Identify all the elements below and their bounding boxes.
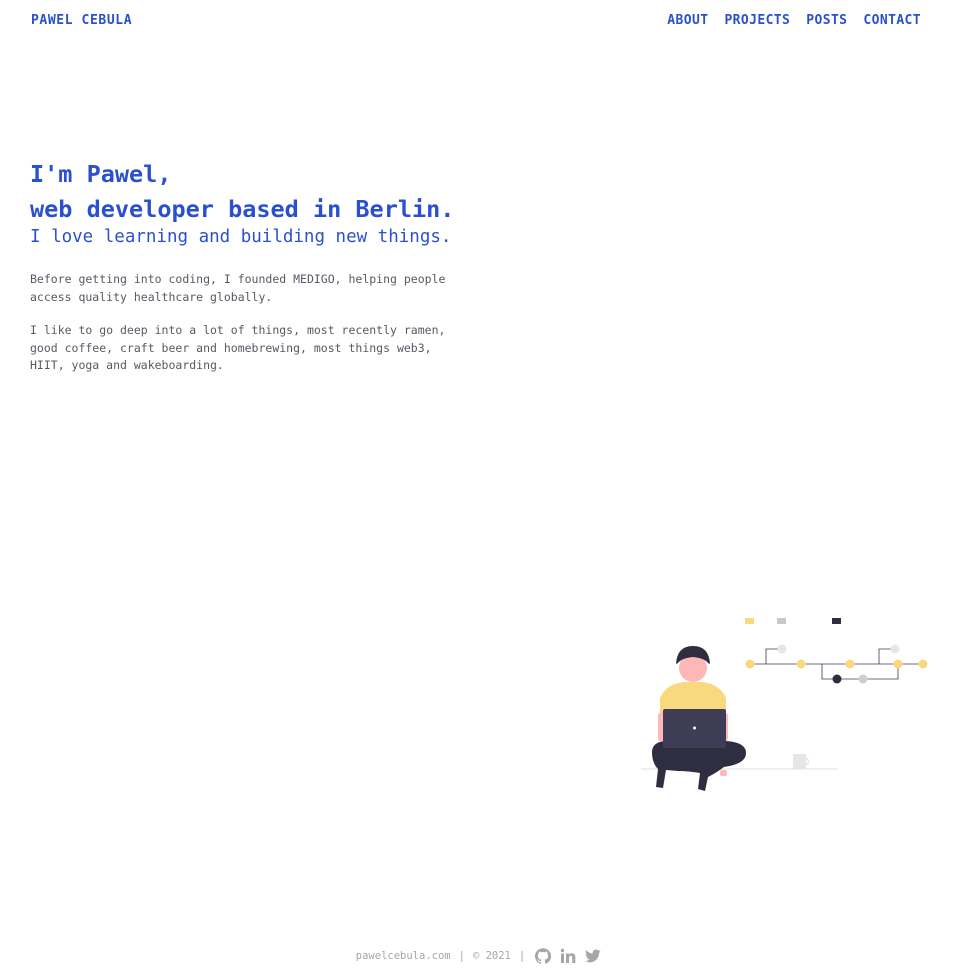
twitter-icon[interactable] <box>585 948 601 964</box>
illustration-legend-yellow <box>745 618 754 624</box>
nav-about-link[interactable]: ABOUT <box>667 13 708 28</box>
bio-paragraph-1: Before getting into coding, I founded ME… <box>30 272 446 304</box>
coffee-mug-icon <box>793 754 810 769</box>
site-footer: pawelcebula.com | © 2021 | <box>0 948 957 964</box>
site-logo-link[interactable]: PAWEL CEBULA <box>31 13 132 28</box>
footer-site-name: pawelcebula.com <box>355 950 451 962</box>
footer-copyright: © 2021 <box>472 950 511 962</box>
footer-separator: | <box>518 950 526 962</box>
illustration-legend-gray <box>777 618 786 624</box>
social-links <box>535 948 601 964</box>
hero-heading: I'm Pawel, web developer based in Berlin… <box>30 157 470 227</box>
nav-contact-link[interactable]: CONTACT <box>863 13 921 28</box>
illustration-legend-dark <box>832 618 841 624</box>
bio-paragraph-2: I like to go deep into a lot of things, … <box>30 323 446 372</box>
github-icon[interactable] <box>535 948 552 964</box>
developer-illustration <box>641 618 928 791</box>
hero-tagline: I love learning and building new things. <box>30 227 452 247</box>
linkedin-icon[interactable] <box>560 948 576 964</box>
hero-section: I'm Pawel, web developer based in Berlin… <box>30 157 470 375</box>
footer-separator: | <box>458 950 465 962</box>
nav-projects-link[interactable]: PROJECTS <box>724 13 790 28</box>
hero-heading-line-2: web developer based in Berlin. <box>30 195 455 223</box>
main-nav: ABOUT PROJECTS POSTS CONTACT <box>667 13 921 28</box>
hero-heading-line-1: I'm Pawel, <box>30 160 172 188</box>
nav-posts-link[interactable]: POSTS <box>806 13 847 28</box>
